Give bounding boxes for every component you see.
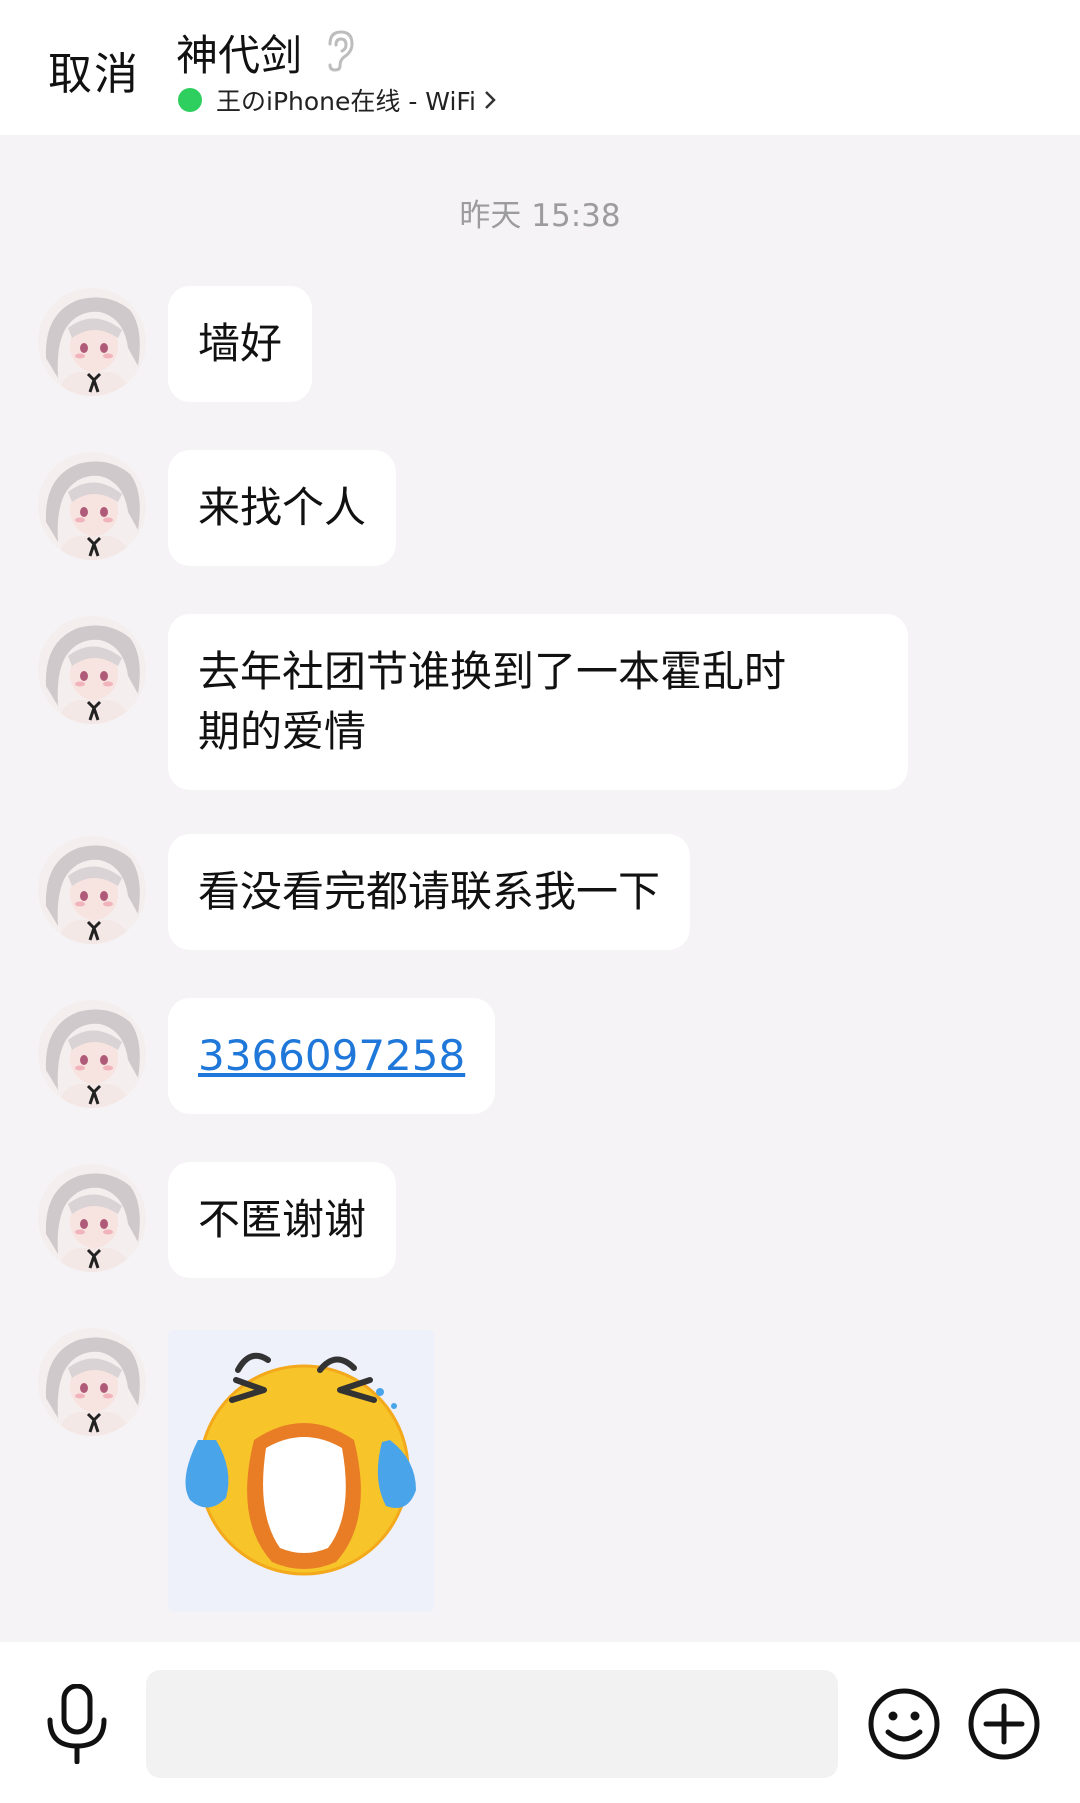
status-text: 王のiPhone在线 - WiFi: [216, 87, 476, 116]
chevron-right-icon: [485, 91, 496, 109]
microphone-icon[interactable]: [44, 1684, 110, 1764]
crying-face-sticker[interactable]: [168, 1330, 434, 1612]
plus-icon[interactable]: [966, 1686, 1042, 1762]
online-dot-icon: [178, 88, 202, 112]
message-text-line-2: 期的爱情: [198, 707, 367, 756]
message-text: 来找个人: [198, 483, 367, 532]
message-input[interactable]: [146, 1670, 838, 1778]
message-bubble[interactable]: 3366097258: [168, 998, 496, 1114]
message-bubble[interactable]: 去年社团节谁换到了一本霍乱时 期的爱情: [168, 614, 908, 790]
sender-avatar[interactable]: [38, 1000, 146, 1108]
online-status[interactable]: 王のiPhone在线 - WiFi: [178, 82, 496, 118]
sender-avatar[interactable]: [38, 1164, 146, 1272]
sender-avatar[interactable]: [38, 1328, 146, 1436]
message-text: 不匿谢谢: [198, 1195, 367, 1244]
chat-header: 取消 神代剑 王のiPhone在线 - WiFi: [0, 0, 1080, 135]
message-bubble[interactable]: 来找个人: [168, 450, 397, 566]
qq-number-link[interactable]: 3366097258: [198, 1031, 465, 1080]
message-timestamp: 昨天 15:38: [459, 198, 621, 234]
message-text-line-1: 去年社团节谁换到了一本霍乱时: [198, 647, 787, 696]
ear-icon[interactable]: [322, 28, 356, 72]
sender-avatar[interactable]: [38, 836, 146, 944]
message-bubble[interactable]: 看没看完都请联系我一下: [168, 834, 691, 950]
input-bar: [0, 1642, 1080, 1803]
sender-avatar[interactable]: [38, 616, 146, 724]
sender-avatar[interactable]: [38, 452, 146, 560]
contact-name[interactable]: 神代剑: [176, 22, 302, 83]
message-bubble[interactable]: 不匿谢谢: [168, 1162, 397, 1278]
message-text: 墙好: [198, 319, 283, 368]
message-text: 看没看完都请联系我一下: [198, 867, 661, 916]
emoji-icon[interactable]: [866, 1686, 942, 1762]
cancel-button[interactable]: 取消: [48, 38, 140, 102]
message-bubble[interactable]: 墙好: [168, 286, 313, 402]
sender-avatar[interactable]: [38, 288, 146, 396]
